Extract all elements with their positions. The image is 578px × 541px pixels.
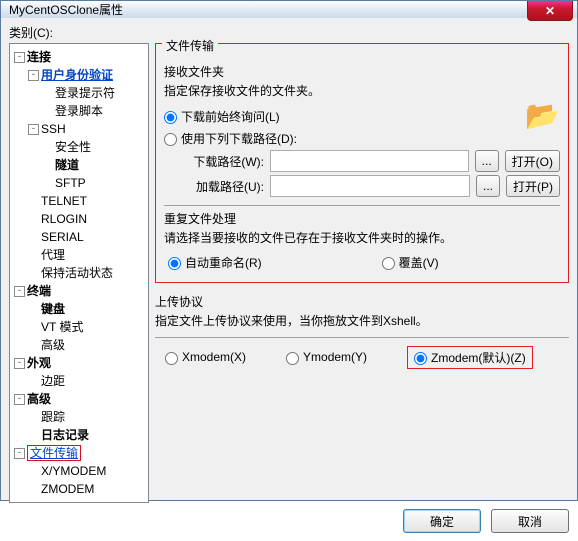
file-transfer-group: 文件传输 接收文件夹 指定保存接收文件的文件夹。 下载前始终询问(L) 📂 使用… <box>155 43 569 283</box>
title-bar: MyCentOSClone属性 ✕ <box>1 1 577 18</box>
overwrite-radio[interactable]: 覆盖(V) <box>382 254 439 271</box>
cancel-button[interactable]: 取消 <box>491 509 569 533</box>
dup-desc: 请选择当要接收的文件已存在于接收文件夹时的操作。 <box>164 229 560 246</box>
tree-node-loginscript[interactable]: 登录脚本 <box>55 104 103 118</box>
use-path-radio[interactable]: 使用下列下载路径(D): <box>164 130 297 147</box>
upload-path-label: 加载路径(U): <box>164 178 264 195</box>
tree-toggle-icon[interactable]: - <box>14 394 25 405</box>
upload-proto-desc: 指定文件上传协议来使用，当你拖放文件到Xshell。 <box>155 312 569 329</box>
tree-node-margin[interactable]: 边距 <box>41 374 65 388</box>
tree-node-proxy[interactable]: 代理 <box>41 248 65 262</box>
tree-node-advanced[interactable]: 高级 <box>41 338 65 352</box>
tree-node-security[interactable]: 安全性 <box>55 140 91 154</box>
close-icon: ✕ <box>545 4 555 18</box>
tree-node-keepalive[interactable]: 保持活动状态 <box>41 266 113 280</box>
download-path-input[interactable] <box>270 150 469 172</box>
tree-node-xymodem[interactable]: X/YMODEM <box>41 464 106 478</box>
xmodem-radio[interactable]: Xmodem(X) <box>165 350 246 364</box>
tree-toggle-icon[interactable]: - <box>14 52 25 63</box>
divider <box>164 205 560 206</box>
ok-button[interactable]: 确定 <box>403 509 481 533</box>
tree-toggle-icon[interactable]: - <box>28 124 39 135</box>
tree-node-loginprompt[interactable]: 登录提示符 <box>55 86 115 100</box>
tree-node-appearance[interactable]: 外观 <box>27 356 51 370</box>
divider <box>155 337 569 338</box>
tree-node-ssh[interactable]: SSH <box>41 122 66 136</box>
window-title: MyCentOSClone属性 <box>5 1 123 18</box>
recv-folder-title: 接收文件夹 <box>164 63 560 80</box>
tree-toggle-icon[interactable]: - <box>14 448 25 459</box>
zmodem-radio[interactable]: Zmodem(默认)(Z) <box>414 349 526 366</box>
tree-toggle-icon[interactable]: - <box>28 70 39 81</box>
tree-node-connection[interactable]: 连接 <box>27 50 51 64</box>
upload-proto-title: 上传协议 <box>155 293 569 310</box>
dup-title: 重复文件处理 <box>164 210 560 227</box>
group-legend: 文件传输 <box>162 37 218 54</box>
tree-node-sftp[interactable]: SFTP <box>55 176 86 190</box>
tree-node-filetransfer[interactable]: 文件传输 <box>27 445 81 461</box>
download-path-label: 下载路径(W): <box>164 153 264 170</box>
tree-node-telnet[interactable]: TELNET <box>41 194 87 208</box>
tree-node-trace[interactable]: 跟踪 <box>41 410 65 424</box>
category-label: 类别(C): <box>9 24 569 41</box>
download-path-browse-button[interactable]: ... <box>475 150 499 172</box>
upload-path-browse-button[interactable]: ... <box>476 175 500 197</box>
tree-node-advanced2[interactable]: 高级 <box>27 392 51 406</box>
tree-node-logging[interactable]: 日志记录 <box>41 428 89 442</box>
open-upload-button[interactable]: 打开(P) <box>506 175 560 197</box>
recv-folder-desc: 指定保存接收文件的文件夹。 <box>164 82 560 99</box>
category-tree[interactable]: -连接 -用户身份验证 登录提示符 登录脚本 -SSH 安全性 <box>9 43 149 503</box>
tree-node-terminal[interactable]: 终端 <box>27 284 51 298</box>
tree-node-serial[interactable]: SERIAL <box>41 230 84 244</box>
ymodem-radio[interactable]: Ymodem(Y) <box>286 350 367 364</box>
tree-node-zmodem[interactable]: ZMODEM <box>41 482 94 496</box>
upload-protocol-section: 上传协议 指定文件上传协议来使用，当你拖放文件到Xshell。 Xmodem(X… <box>155 289 569 373</box>
tree-node-vtmode[interactable]: VT 模式 <box>41 320 83 334</box>
auto-rename-radio[interactable]: 自动重命名(R) <box>168 254 262 271</box>
dialog-footer: 确定 取消 <box>9 503 569 533</box>
tree-toggle-icon[interactable]: - <box>14 286 25 297</box>
close-button[interactable]: ✕ <box>527 1 573 21</box>
upload-path-input[interactable] <box>270 175 470 197</box>
tree-node-auth[interactable]: 用户身份验证 <box>41 68 113 82</box>
folder-icon: 📂 <box>525 105 560 127</box>
tree-node-rlogin[interactable]: RLOGIN <box>41 212 87 226</box>
tree-toggle-icon[interactable]: - <box>14 358 25 369</box>
open-download-button[interactable]: 打开(O) <box>505 150 560 172</box>
ask-before-download-radio[interactable]: 下载前始终询问(L) <box>164 110 280 124</box>
tree-node-keyboard[interactable]: 键盘 <box>41 302 65 316</box>
tree-node-tunnel[interactable]: 隧道 <box>55 158 79 172</box>
